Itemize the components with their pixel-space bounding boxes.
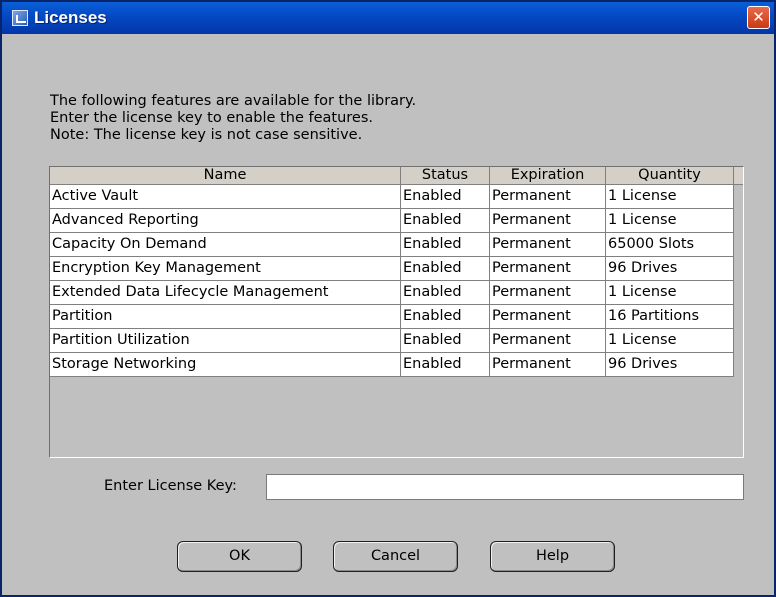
cell-status: Enabled [401, 233, 490, 257]
intro-line: Note: The license key is not case sensit… [50, 127, 363, 143]
cell-expiration: Permanent [490, 185, 606, 209]
intro-text: The following features are available for… [50, 93, 740, 144]
cancel-button[interactable]: Cancel [333, 541, 458, 572]
cell-quantity: 96 Drives [606, 257, 734, 281]
cell-status: Enabled [401, 209, 490, 233]
table-row[interactable]: Advanced Reporting Enabled Permanent 1 L… [50, 209, 734, 233]
cell-name: Active Vault [50, 185, 401, 209]
column-header-expiration[interactable]: Expiration [490, 167, 606, 185]
table-row[interactable]: Encryption Key Management Enabled Perman… [50, 257, 734, 281]
cell-name: Storage Networking [50, 353, 401, 377]
cell-quantity: 1 License [606, 329, 734, 353]
cell-expiration: Permanent [490, 281, 606, 305]
cell-expiration: Permanent [490, 353, 606, 377]
close-button[interactable]: ✕ [747, 6, 770, 29]
help-button[interactable]: Help [490, 541, 615, 572]
table-row[interactable]: Storage Networking Enabled Permanent 96 … [50, 353, 734, 377]
cell-quantity: 65000 Slots [606, 233, 734, 257]
app-window-icon [12, 10, 28, 26]
column-header-quantity[interactable]: Quantity [606, 167, 734, 185]
cell-expiration: Permanent [490, 329, 606, 353]
cell-status: Enabled [401, 305, 490, 329]
cell-status: Enabled [401, 329, 490, 353]
table-body: Active Vault Enabled Permanent 1 License… [50, 185, 734, 377]
license-key-input[interactable] [266, 474, 744, 500]
cell-name: Advanced Reporting [50, 209, 401, 233]
column-header-status[interactable]: Status [401, 167, 490, 185]
cell-name: Encryption Key Management [50, 257, 401, 281]
table-row[interactable]: Partition Enabled Permanent 16 Partition… [50, 305, 734, 329]
cell-quantity: 1 License [606, 281, 734, 305]
cell-expiration: Permanent [490, 257, 606, 281]
table-row[interactable]: Capacity On Demand Enabled Permanent 650… [50, 233, 734, 257]
table-header: Name Status Expiration Quantity [50, 167, 734, 185]
table-row[interactable]: Extended Data Lifecycle Management Enabl… [50, 281, 734, 305]
cell-expiration: Permanent [490, 305, 606, 329]
cell-name: Capacity On Demand [50, 233, 401, 257]
licenses-table[interactable]: Name Status Expiration Quantity Active V… [49, 166, 744, 458]
licenses-dialog: Licenses ✕ The following features are av… [0, 0, 776, 597]
header-filler [734, 167, 743, 185]
ok-button[interactable]: OK [177, 541, 302, 572]
cell-quantity: 16 Partitions [606, 305, 734, 329]
cell-status: Enabled [401, 353, 490, 377]
cell-quantity: 96 Drives [606, 353, 734, 377]
cell-status: Enabled [401, 281, 490, 305]
cell-quantity: 1 License [606, 185, 734, 209]
table-row[interactable]: Partition Utilization Enabled Permanent … [50, 329, 734, 353]
cell-status: Enabled [401, 185, 490, 209]
intro-line: Enter the license key to enable the feat… [50, 110, 373, 126]
title-bar[interactable]: Licenses ✕ [2, 2, 774, 34]
intro-line: The following features are available for… [50, 93, 417, 109]
column-header-name[interactable]: Name [50, 167, 401, 185]
cell-expiration: Permanent [490, 209, 606, 233]
license-key-label: Enter License Key: [104, 478, 237, 494]
close-icon: ✕ [752, 8, 765, 26]
window-title: Licenses [34, 8, 107, 27]
cell-quantity: 1 License [606, 209, 734, 233]
cell-name: Extended Data Lifecycle Management [50, 281, 401, 305]
table-row[interactable]: Active Vault Enabled Permanent 1 License [50, 185, 734, 209]
cell-status: Enabled [401, 257, 490, 281]
cell-name: Partition [50, 305, 401, 329]
cell-expiration: Permanent [490, 233, 606, 257]
cell-name: Partition Utilization [50, 329, 401, 353]
